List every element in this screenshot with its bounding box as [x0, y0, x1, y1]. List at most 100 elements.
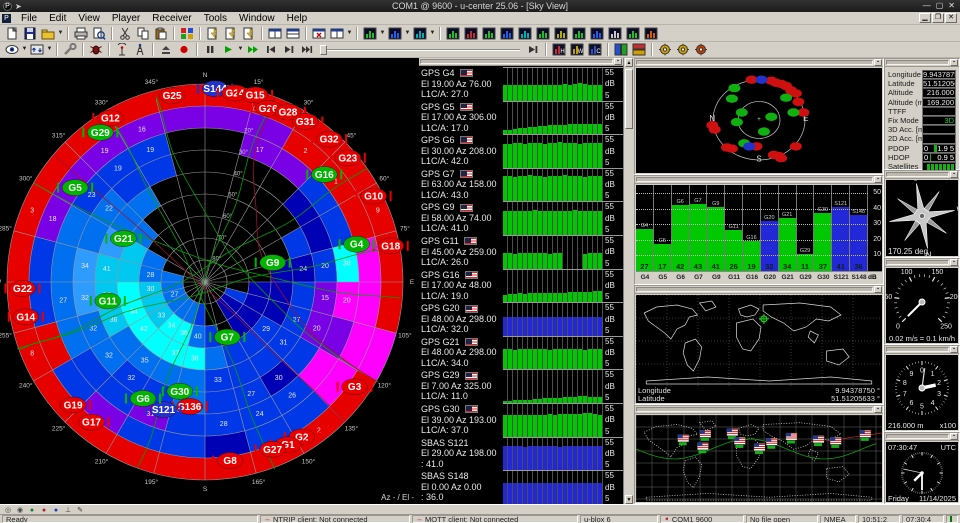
satellite-row-G5[interactable]: GPS G5 El 17.00 Az 306.00 L1C/A: 17.0 55… [419, 101, 623, 135]
packet-console-3-icon[interactable] [692, 42, 710, 57]
panel-close-icon[interactable]: ▪ [874, 59, 882, 66]
eject-icon[interactable] [157, 42, 175, 57]
satellite-row-G16[interactable]: GPS G16 El 17.00 Az 48.00 L1C/A: 19.0 55… [419, 269, 623, 303]
signal-chart-panel[interactable]: ▪ G4 27 G5 17 G6 42 G7 43 G9 41 G11 26 [634, 175, 884, 285]
panel-close-icon[interactable]: ▪ [950, 259, 958, 266]
dock-view-2-icon[interactable] [630, 42, 648, 57]
satellite-row-G20[interactable]: GPS G20 El 48.00 Az 298.00 L1C/A: 32.0 5… [419, 302, 623, 336]
satellite-row-G4[interactable]: GPS G4 El 19.00 Az 76.00 L1C/A: 27.0 55d… [419, 67, 623, 101]
antenna-icon[interactable] [113, 42, 131, 57]
title-bar[interactable]: P ➤ COM1 @ 9600 - u-center 25.06 - [Sky … [0, 0, 960, 12]
menu-edit[interactable]: Edit [43, 12, 72, 25]
satlist-scroll-strip[interactable]: ▪ [419, 58, 623, 66]
pause-icon[interactable] [201, 42, 219, 57]
satellite-row-G7[interactable]: GPS G7 El 63.00 Az 158.00 L1C/A: 43.0 55… [419, 168, 623, 202]
world-alert-icon[interactable]: ● [39, 505, 49, 514]
view-toggle-6-icon[interactable] [534, 26, 552, 41]
dropdown-arrow-icon[interactable]: ▼ [346, 26, 353, 41]
debug-messages-icon[interactable] [87, 42, 105, 57]
ucenter-logo-icon[interactable] [178, 26, 196, 41]
world-online-icon[interactable]: ● [27, 505, 37, 514]
maximize-icon[interactable]: ▢ [936, 1, 944, 11]
dropdown-arrow-icon[interactable]: ▼ [429, 26, 436, 41]
cut-icon[interactable] [116, 26, 134, 41]
view-toggle-12-icon[interactable] [642, 26, 660, 41]
satellite-row-G6[interactable]: GPS G6 El 30.00 Az 208.00 L1C/A: 42.0 55… [419, 134, 623, 168]
firmware-tool-1-icon[interactable] [204, 26, 222, 41]
panel-close-icon[interactable]: ▪ [950, 433, 958, 440]
edit-small-icon[interactable]: ✎ [75, 505, 85, 514]
altimeter-panel[interactable]: ▪ 0123456789 216.000 m x100 [884, 345, 960, 432]
save-file-icon[interactable] [21, 26, 39, 41]
dropdown-arrow-icon[interactable]: ▼ [237, 42, 244, 57]
menu-tools[interactable]: Tools [198, 12, 233, 25]
firmware-tool-2-icon[interactable] [222, 26, 240, 41]
record-icon[interactable] [175, 42, 193, 57]
dropdown-arrow-icon[interactable]: ▼ [379, 26, 386, 41]
copy-icon[interactable] [134, 26, 152, 41]
satellite-row-G29[interactable]: GPS G29 El 7.00 Az 325.00 L1C/A: 11.0 55… [419, 369, 623, 403]
step-forward-icon[interactable] [280, 42, 298, 57]
view-toggle-2-icon[interactable] [462, 26, 480, 41]
paste-icon[interactable] [152, 26, 170, 41]
panel-close-icon[interactable]: ▪ [874, 286, 882, 293]
satellite-row-G21[interactable]: GPS G21 El 48.00 Az 298.00 L1C/A: 34.0 5… [419, 336, 623, 370]
view-toggle-1-icon[interactable] [444, 26, 462, 41]
dropdown-arrow-icon[interactable]: ▼ [46, 42, 53, 57]
view-toggle-9-icon[interactable] [588, 26, 606, 41]
menu-file[interactable]: File [15, 12, 43, 25]
menu-player[interactable]: Player [106, 12, 146, 25]
view-toggle-8-icon[interactable] [570, 26, 588, 41]
skip-to-end-icon[interactable] [524, 42, 542, 57]
view-toggle-10-icon[interactable] [606, 26, 624, 41]
sky-view-panel[interactable]: N15°30°45°60°75°E105°120°135°150°165°S19… [0, 58, 418, 504]
mdi-minimize-button[interactable]: ▁ [919, 13, 931, 23]
view-toggle-11-icon[interactable] [624, 26, 642, 41]
print-icon[interactable] [72, 26, 90, 41]
connection-icon[interactable]: ◉ [15, 505, 25, 514]
panel-close-icon[interactable]: ▪ [874, 406, 882, 413]
dropdown-arrow-icon[interactable]: ▼ [404, 26, 411, 41]
packet-console-1-icon[interactable] [656, 42, 674, 57]
mdi-close-button[interactable]: ✕ [945, 13, 957, 23]
minimize-icon[interactable]: — [923, 1, 931, 11]
satellite-row-G9[interactable]: GPS G9 El 58.00 Az 74.00 L1C/A: 41.0 55d… [419, 201, 623, 235]
deviation-map-panel[interactable]: ▪ +NES [634, 58, 884, 175]
split-horizontal-icon[interactable] [266, 26, 284, 41]
dropdown-arrow-icon[interactable]: ▼ [57, 26, 64, 41]
step-back-icon[interactable] [262, 42, 280, 57]
new-file-icon[interactable] [3, 26, 21, 41]
scroll-thumb[interactable] [625, 69, 633, 129]
slider-thumb[interactable] [320, 45, 327, 55]
view-chart-green-icon[interactable] [361, 26, 379, 41]
disconnect-icon[interactable]: ◎ [3, 505, 13, 514]
histogram-w-icon[interactable]: W [568, 42, 586, 57]
scroll-up-icon[interactable]: ▲ [625, 58, 633, 67]
antenna-small-icon[interactable]: ⊥ [63, 505, 73, 514]
packet-console-2-icon[interactable] [674, 42, 692, 57]
panel-close-icon[interactable]: ▪ [950, 346, 958, 353]
firmware-tool-3-icon[interactable] [240, 26, 258, 41]
menu-help[interactable]: Help [281, 12, 314, 25]
print-preview-icon[interactable] [90, 26, 108, 41]
clock-panel[interactable]: ▪ 07:30:47 UTC Friday 11/14/2025 [884, 432, 960, 504]
view-toggle-4-icon[interactable] [498, 26, 516, 41]
scroll-down-icon[interactable]: ▼ [625, 495, 633, 504]
compass-panel[interactable]: ▪ NESW170.25 deg [884, 170, 960, 258]
baudrate-icon[interactable] [28, 42, 46, 57]
satellite-row-G30[interactable]: GPS G30 El 39.00 Az 193.00 L1C/A: 37.0 5… [419, 403, 623, 437]
split-vertical-icon[interactable] [284, 26, 302, 41]
point-icon[interactable]: ● [51, 505, 61, 514]
histogram-c-icon[interactable]: C [586, 42, 604, 57]
view-toggle-7-icon[interactable] [552, 26, 570, 41]
mdi-child-icon[interactable]: P [2, 14, 11, 23]
mdi-restore-button[interactable]: ❐ [932, 13, 944, 23]
connect-icon[interactable] [3, 42, 21, 57]
satellite-row-G11[interactable]: GPS G11 El 45.00 Az 259.00 L1C/A: 26.0 5… [419, 235, 623, 269]
satellite-row-S148[interactable]: SBAS S148 El 0.00 Az 0.00 : 36.0 55dB5 [419, 470, 623, 504]
satellite-world-map-panel[interactable]: ▪ [634, 405, 884, 504]
satlist-vertical-scrollbar[interactable]: ▲ ▼ [623, 58, 634, 504]
dock-view-1-icon[interactable] [612, 42, 630, 57]
close-icon[interactable]: ✕ [948, 1, 955, 11]
panel-close-icon[interactable]: ▪ [874, 176, 882, 183]
